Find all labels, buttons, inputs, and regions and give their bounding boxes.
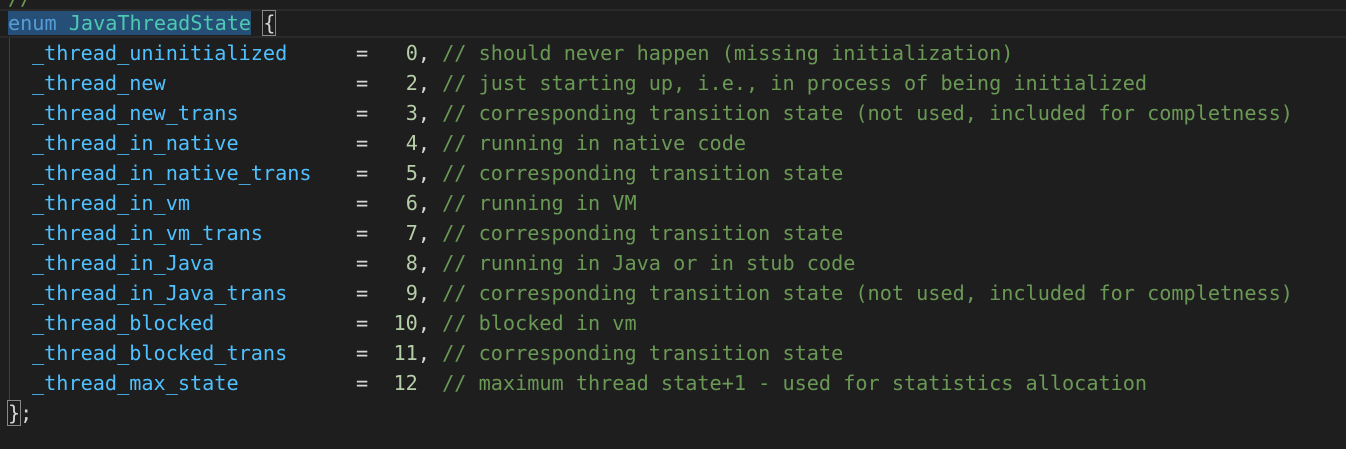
assignment-operator: =: [356, 131, 369, 155]
enum-member-line[interactable]: _thread_max_state = 12 // maximum thread s…: [32, 368, 1147, 398]
member-comment: // corresponding transition state (not u…: [442, 281, 1293, 305]
member-comment: // corresponding transition state (not u…: [442, 101, 1293, 125]
member-value: 4,: [405, 131, 430, 155]
indent-guide: [9, 38, 10, 400]
assignment-operator: =: [356, 191, 369, 215]
member-value: 9,: [405, 281, 430, 305]
member-comment: // corresponding transition state: [442, 341, 844, 365]
member-value: 2,: [405, 71, 430, 95]
member-name: _thread_in_native_trans: [32, 161, 312, 185]
previous-comment-line: //: [8, 0, 32, 8]
code-editor[interactable]: // enum JavaThreadState { _thread_uninit…: [0, 0, 1346, 449]
enum-name: JavaThreadState: [68, 11, 252, 35]
member-name: _thread_uninitialized: [32, 41, 288, 65]
enum-member-line[interactable]: _thread_in_Java_trans = 9, // correspondin…: [32, 278, 1293, 308]
member-name: _thread_in_Java: [32, 251, 215, 275]
member-comment: // just starting up, i.e., in process of…: [442, 71, 1148, 95]
member-value: 6,: [405, 191, 430, 215]
member-comment: // should never happen (missing initiali…: [442, 41, 1014, 65]
enum-member-line[interactable]: _thread_in_Java = 8, // running in Java or…: [32, 248, 855, 278]
assignment-operator: =: [356, 41, 369, 65]
member-value: 10,: [393, 311, 430, 335]
member-value: 3,: [405, 101, 430, 125]
member-comment: // running in VM: [442, 191, 637, 215]
member-comment: // corresponding transition state: [442, 221, 844, 245]
member-value: 11,: [393, 341, 430, 365]
enum-member-line[interactable]: _thread_new = 2, // just starting up, i.e.…: [32, 68, 1147, 98]
member-value: 8,: [405, 251, 430, 275]
member-name: _thread_max_state: [32, 371, 239, 395]
member-name: _thread_in_vm_trans: [32, 221, 263, 245]
member-name: _thread_in_native: [32, 131, 239, 155]
enum-member-line[interactable]: _thread_in_vm = 6, // running in VM: [32, 188, 637, 218]
open-brace: {: [262, 10, 277, 36]
assignment-operator: =: [356, 71, 369, 95]
enum-member-line[interactable]: _thread_in_vm_trans = 7, // corresponding …: [32, 218, 843, 248]
member-name: _thread_new_trans: [32, 101, 239, 125]
member-name: _thread_in_vm: [32, 191, 191, 215]
member-value: 7,: [405, 221, 430, 245]
member-comment: // running in native code: [442, 131, 747, 155]
assignment-operator: =: [356, 101, 369, 125]
enum-member-line[interactable]: _thread_in_native = 4, // running in nativ…: [32, 128, 746, 158]
assignment-operator: =: [356, 251, 369, 275]
assignment-operator: =: [356, 371, 369, 395]
assignment-operator: =: [356, 281, 369, 305]
enum-member-line[interactable]: _thread_new_trans = 3, // corresponding tr…: [32, 98, 1293, 128]
assignment-operator: =: [356, 221, 369, 245]
member-comment: // corresponding transition state: [442, 161, 844, 185]
enum-keyword: enum: [8, 11, 57, 35]
assignment-operator: =: [356, 341, 369, 365]
member-value: 0,: [405, 41, 430, 65]
enum-member-line[interactable]: _thread_blocked_trans = 11, // correspondi…: [32, 338, 843, 368]
member-value: 12: [393, 371, 418, 395]
semicolon: ;: [20, 401, 33, 425]
enum-member-line[interactable]: _thread_in_native_trans = 5, // correspond…: [32, 158, 843, 188]
member-name: _thread_in_Java_trans: [32, 281, 288, 305]
enum-member-line[interactable]: _thread_blocked = 10, // blocked in vm: [32, 308, 637, 338]
enum-member-line[interactable]: _thread_uninitialized = 0, // should never…: [32, 38, 1013, 68]
close-brace: }: [6, 400, 22, 426]
assignment-operator: =: [356, 311, 369, 335]
member-comment: // blocked in vm: [442, 311, 637, 335]
member-value: 5,: [405, 161, 430, 185]
member-name: _thread_blocked: [32, 311, 215, 335]
enum-declaration-line[interactable]: enum JavaThreadState {: [8, 8, 277, 38]
member-comment: // maximum thread state+1 - used for sta…: [442, 371, 1148, 395]
member-name: _thread_blocked_trans: [32, 341, 288, 365]
closing-line[interactable]: };: [6, 398, 33, 428]
assignment-operator: =: [356, 161, 369, 185]
member-comment: // running in Java or in stub code: [442, 251, 856, 275]
member-name: _thread_new: [32, 71, 166, 95]
